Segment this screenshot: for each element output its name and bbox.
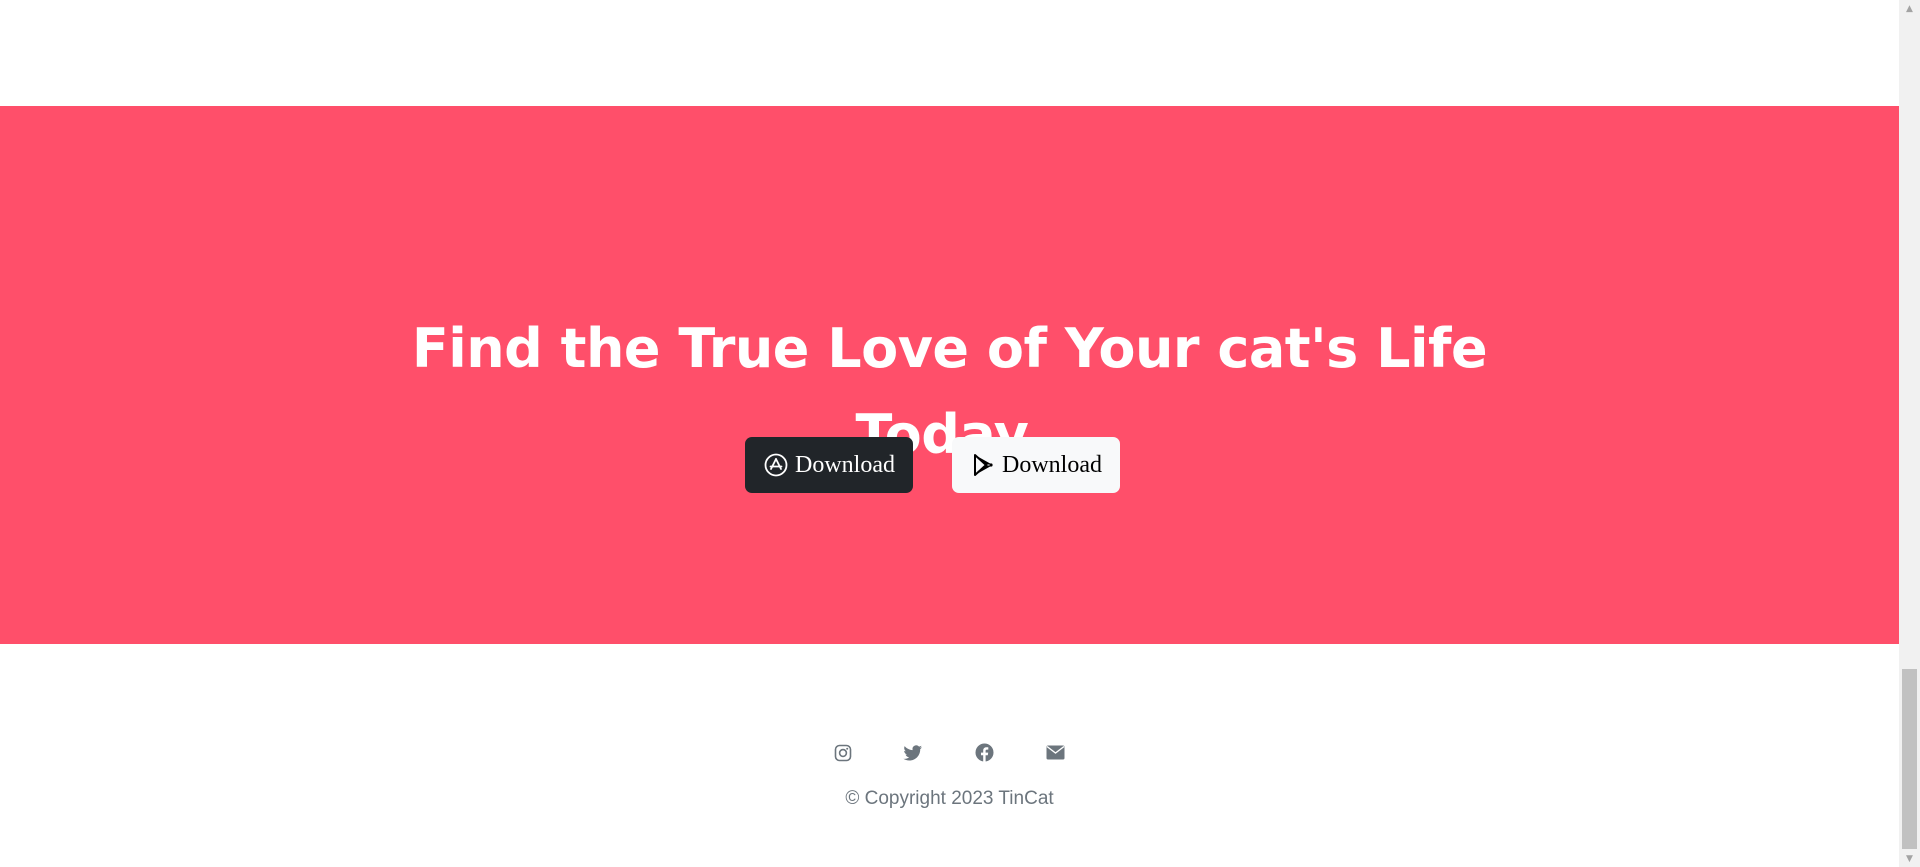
google-play-download-button[interactable]: Download — [952, 437, 1120, 493]
scroll-up-arrow-icon[interactable]: ▲ — [1899, 0, 1920, 17]
footer: © Copyright 2023 TinCat — [0, 644, 1899, 867]
twitter-link[interactable] — [902, 744, 924, 766]
envelope-icon — [1046, 745, 1065, 765]
google-play-icon — [970, 452, 996, 478]
facebook-icon — [975, 743, 994, 767]
vertical-scrollbar[interactable]: ▲ ▼ — [1899, 0, 1920, 867]
twitter-icon — [903, 744, 923, 767]
instagram-icon — [834, 744, 852, 767]
scroll-down-arrow-icon[interactable]: ▼ — [1899, 850, 1920, 867]
app-store-icon — [763, 452, 789, 478]
app-store-download-button[interactable]: Download — [745, 437, 913, 493]
social-links — [0, 743, 1899, 767]
email-link[interactable] — [1044, 744, 1066, 766]
facebook-link[interactable] — [973, 743, 995, 767]
scrollbar-thumb[interactable] — [1902, 669, 1917, 849]
cta-title: Find the True Love of Your cat's Life To… — [411, 317, 1488, 466]
instagram-link[interactable] — [832, 744, 854, 766]
page-content: Find the True Love of Your cat's Life To… — [0, 0, 1899, 867]
google-play-download-label: Download — [1002, 451, 1102, 478]
app-store-download-label: Download — [795, 451, 895, 478]
page: Find the True Love of Your cat's Life To… — [0, 0, 1920, 867]
copyright-text: © Copyright 2023 TinCat — [845, 788, 1054, 809]
download-cta-section: Find the True Love of Your cat's Life To… — [0, 106, 1899, 644]
